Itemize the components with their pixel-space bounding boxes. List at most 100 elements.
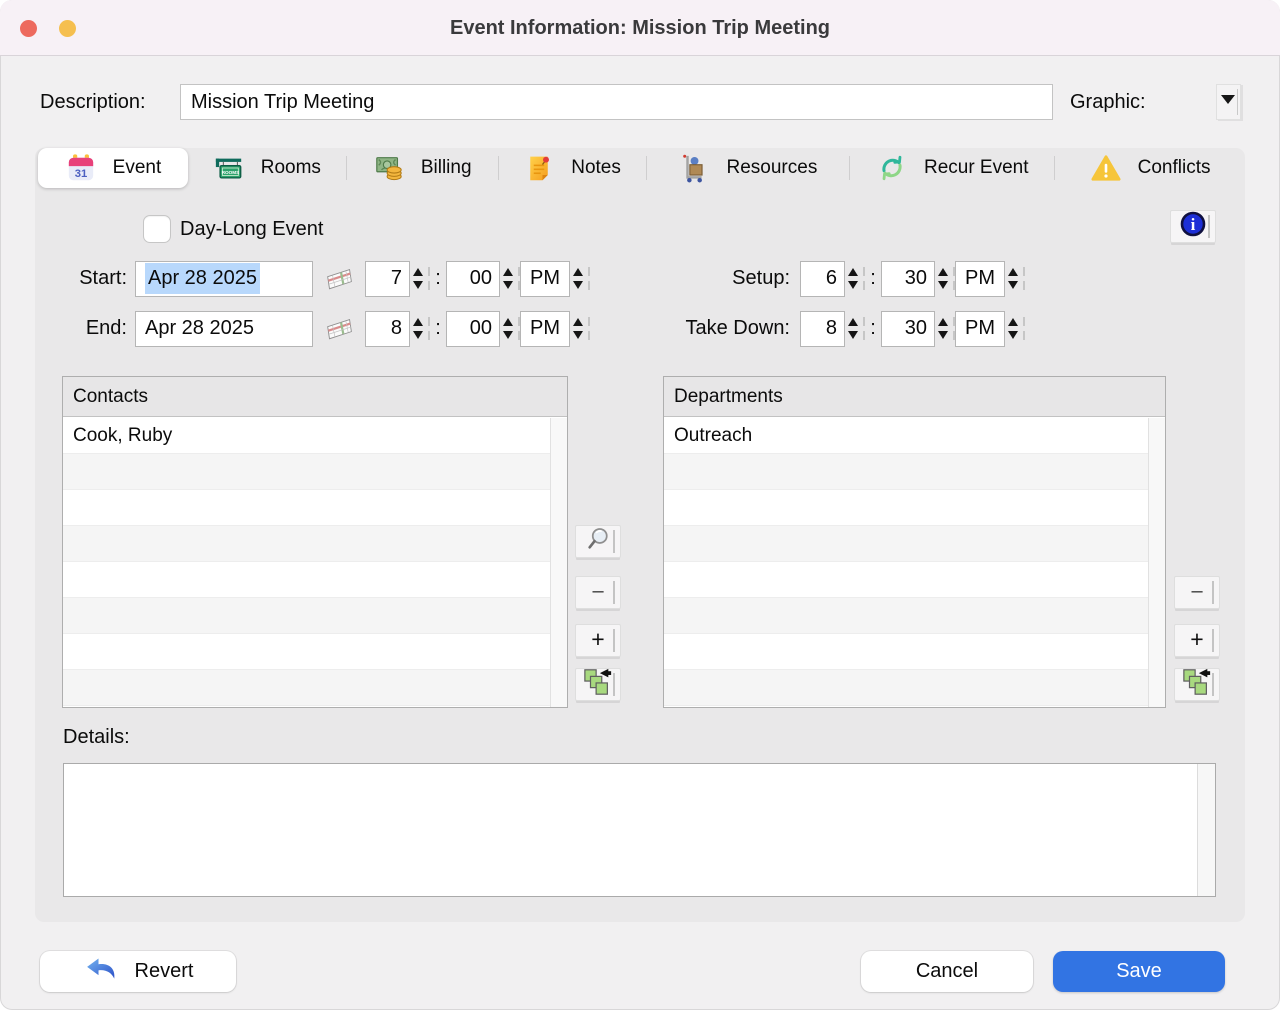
department-row[interactable]: Outreach — [664, 418, 1165, 454]
setup-minute-field[interactable]: 30 — [881, 261, 935, 297]
tab-resources[interactable]: Resources — [647, 148, 850, 188]
setup-hour-stepper[interactable] — [847, 260, 865, 297]
tab-notes-label: Notes — [571, 157, 621, 179]
plus-icon: + — [1190, 626, 1203, 653]
graphic-dropdown-button[interactable] — [1216, 84, 1241, 120]
tab-event[interactable]: 31 Event — [38, 148, 188, 188]
departments-rows[interactable]: Outreach — [664, 418, 1165, 707]
start-hour-field[interactable]: 7 — [365, 261, 410, 297]
setup-period-field[interactable]: PM — [955, 261, 1005, 297]
end-date-field[interactable]: Apr 28 2025 — [135, 311, 313, 347]
description-input[interactable]: Mission Trip Meeting — [180, 84, 1053, 120]
start-hour-stepper[interactable] — [412, 260, 430, 297]
departments-add-button[interactable]: + — [1174, 624, 1220, 657]
end-minute-field[interactable]: 00 — [446, 311, 500, 347]
save-button[interactable]: Save — [1053, 951, 1225, 992]
empty-row — [664, 562, 1165, 598]
start-period-stepper[interactable] — [572, 260, 590, 297]
take-down-minute-field[interactable]: 30 — [881, 311, 935, 347]
empty-row — [63, 598, 567, 634]
contacts-multi-add-button[interactable] — [575, 668, 621, 701]
departments-remove-button[interactable]: – — [1174, 576, 1220, 609]
time-colon: : — [868, 267, 878, 290]
cancel-button[interactable]: Cancel — [861, 951, 1033, 992]
tab-event-label: Event — [113, 157, 162, 179]
empty-row — [664, 454, 1165, 490]
departments-multi-add-button[interactable] — [1174, 668, 1220, 701]
contacts-rows[interactable]: Cook, Ruby — [63, 418, 567, 707]
empty-row — [63, 562, 567, 598]
date-picker-icon[interactable] — [323, 313, 357, 345]
take-down-hour-stepper[interactable] — [847, 310, 865, 347]
details-label: Details: — [63, 726, 130, 749]
empty-row — [664, 526, 1165, 562]
multi-select-icon — [1182, 667, 1212, 702]
take-down-hour-field[interactable]: 8 — [800, 311, 845, 347]
calendar-icon: 31 — [65, 152, 97, 184]
end-hour-stepper[interactable] — [412, 310, 430, 347]
day-long-event-checkbox[interactable] — [143, 215, 171, 243]
minimize-button[interactable] — [59, 20, 76, 37]
note-pin-icon — [523, 152, 555, 184]
start-label: Start: — [69, 267, 127, 290]
plus-icon: + — [591, 626, 604, 653]
contacts-add-button[interactable]: + — [575, 624, 621, 657]
departments-list[interactable]: Departments Outreach — [663, 376, 1166, 708]
minus-icon: – — [1191, 580, 1202, 603]
empty-row — [63, 526, 567, 562]
start-minute-field[interactable]: 00 — [446, 261, 500, 297]
day-long-event-label: Day-Long Event — [180, 215, 323, 243]
take-down-period-field[interactable]: PM — [955, 311, 1005, 347]
tab-billing[interactable]: Billing — [347, 148, 498, 188]
take-down-minute-stepper[interactable] — [937, 310, 955, 347]
tab-conflicts[interactable]: Conflicts — [1055, 148, 1245, 188]
end-period-field[interactable]: PM — [520, 311, 570, 347]
take-down-period-stepper[interactable] — [1007, 310, 1025, 347]
end-label: End: — [69, 317, 127, 340]
start-date-field[interactable]: Apr 28 2025 — [135, 261, 313, 297]
details-scrollbar[interactable] — [1197, 764, 1215, 896]
setup-minute-stepper[interactable] — [937, 260, 955, 297]
date-picker-icon[interactable] — [323, 263, 357, 295]
tab-rooms[interactable]: ROOMS Rooms — [188, 148, 346, 188]
end-period-stepper[interactable] — [572, 310, 590, 347]
graphic-label: Graphic: — [1070, 84, 1146, 120]
end-minute-stepper[interactable] — [502, 310, 520, 347]
empty-row — [664, 670, 1165, 706]
handtruck-icon — [679, 152, 711, 184]
setup-label: Setup: — [660, 267, 790, 290]
contacts-scrollbar[interactable] — [550, 418, 567, 707]
minus-icon: – — [592, 580, 603, 603]
tab-recur-event[interactable]: Recur Event — [850, 148, 1054, 188]
multi-select-icon — [583, 667, 613, 702]
contacts-list[interactable]: Contacts Cook, Ruby — [62, 376, 568, 708]
info-icon: i — [1179, 210, 1207, 243]
svg-text:31: 31 — [74, 168, 87, 180]
start-minute-stepper[interactable] — [502, 260, 520, 297]
empty-row — [63, 634, 567, 670]
setup-period-stepper[interactable] — [1007, 260, 1025, 297]
description-label: Description: — [40, 84, 146, 120]
start-row: Start: Apr 28 2025 7 : 00 PM — [69, 260, 590, 297]
revert-button[interactable]: Revert — [40, 951, 236, 992]
save-button-label: Save — [1116, 960, 1162, 983]
money-coins-icon — [373, 152, 405, 184]
window-title: Event Information: Mission Trip Meeting — [0, 0, 1280, 56]
departments-header: Departments — [664, 377, 1165, 417]
contacts-remove-button[interactable]: – — [575, 576, 621, 609]
tab-notes[interactable]: Notes — [499, 148, 646, 188]
tab-resources-label: Resources — [727, 157, 818, 179]
info-button[interactable]: i — [1170, 210, 1216, 243]
departments-scrollbar[interactable] — [1148, 418, 1165, 707]
time-colon: : — [868, 317, 878, 340]
setup-hour-field[interactable]: 6 — [800, 261, 845, 297]
empty-row — [63, 490, 567, 526]
details-textarea[interactable] — [63, 763, 1216, 897]
contact-row[interactable]: Cook, Ruby — [63, 418, 567, 454]
end-hour-field[interactable]: 8 — [365, 311, 410, 347]
svg-text:i: i — [1191, 215, 1196, 234]
start-period-field[interactable]: PM — [520, 261, 570, 297]
event-information-window: Event Information: Mission Trip Meeting … — [0, 0, 1280, 1010]
close-button[interactable] — [20, 20, 37, 37]
contacts-search-button[interactable] — [575, 525, 621, 558]
